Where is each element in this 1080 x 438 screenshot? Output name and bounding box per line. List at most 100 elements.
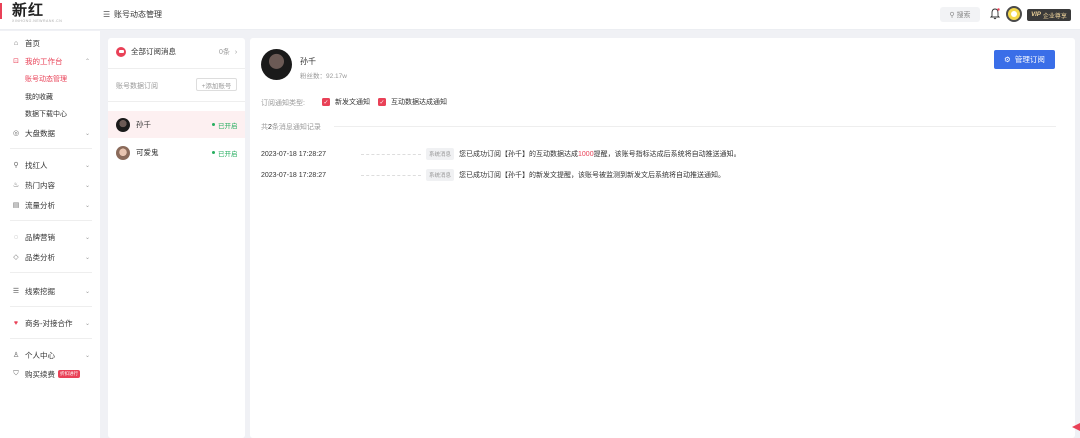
- workbench-icon: ⊡: [13, 58, 19, 65]
- notify-type-checkbox[interactable]: ✓ 新发文通知: [322, 97, 370, 107]
- all-messages-count[interactable]: 0条 ›: [216, 47, 237, 57]
- heart-icon: ♥: [13, 319, 19, 327]
- subscription-list-panel: 全部订阅消息 0条 › 账号数据订阅 +添加账号 孙千 已开启 可爱鬼 已开启: [108, 38, 245, 438]
- log-tag: 系统消息: [426, 169, 455, 181]
- chevron-down-icon[interactable]: ⌄: [85, 288, 90, 295]
- manage-subscription-button[interactable]: ⚙ 管理订阅: [994, 50, 1055, 69]
- search-button[interactable]: ⚲ 搜索: [940, 7, 980, 22]
- log-time: 2023-07-18 17:28:27: [261, 171, 326, 179]
- sidebar-subitem-account-mgmt[interactable]: 账号动态管理: [25, 74, 67, 84]
- profile-name: 孙千: [300, 57, 316, 66]
- divider: [10, 220, 92, 221]
- log-text: 您已成功订阅【孙千】的互动数据达成1000提醒，该账号指标达成后系统将自动推送通…: [459, 149, 741, 159]
- checkbox-label: 新发文通知: [335, 99, 370, 106]
- sidebar-item-label: 大盘数据: [25, 128, 55, 138]
- sidebar: ⌂ 首页 ⊡ 我的工作台 ⌃ 账号动态管理 我的收藏 数据下载中心 ◎ 大盘数据…: [0, 31, 100, 438]
- checkbox-label: 互动数据达成通知: [391, 99, 447, 106]
- divider: [334, 126, 1056, 127]
- chevron-down-icon[interactable]: ⌄: [85, 352, 90, 359]
- account-item[interactable]: 可爱鬼 已开启: [108, 139, 245, 166]
- chevron-up-icon[interactable]: ⌃: [85, 58, 90, 65]
- sidebar-item-label: 热门内容: [25, 180, 55, 190]
- divider: [108, 101, 245, 102]
- chevron-down-icon[interactable]: ⌄: [85, 254, 90, 261]
- log-time: 2023-07-18 17:28:27: [261, 150, 326, 158]
- sidebar-item-personal[interactable]: ♙ 个人中心: [12, 349, 55, 361]
- sidebar-item-coop[interactable]: ♥ 商务-对接合作: [12, 317, 73, 329]
- log-tag: 系统消息: [426, 148, 455, 160]
- notify-type-label: 订阅通知类型:: [261, 100, 305, 107]
- page-title: 账号动态管理: [114, 10, 162, 19]
- subscription-detail-panel: 孙千 粉丝数：92.17w ⚙ 管理订阅 订阅通知类型: ✓ 新发文通知 ✓ 互…: [250, 38, 1075, 438]
- logo-subtext: XINHONG.NEWRANK.CN: [12, 19, 63, 23]
- sidebar-item-label: 品类分析: [25, 252, 55, 262]
- sidebar-item-label: 我的工作台: [25, 56, 63, 66]
- sidebar-item-buy[interactable]: ⛉ 购买续费 折扣进行: [12, 368, 80, 380]
- tag-icon: ◇: [13, 254, 19, 261]
- user-icon: ♙: [12, 352, 20, 359]
- search-icon: ⚲: [949, 11, 955, 19]
- all-messages-header[interactable]: 全部订阅消息: [116, 46, 176, 57]
- chevron-right-icon: ›: [234, 49, 238, 56]
- sidebar-item-category[interactable]: ◇ 品类分析: [12, 251, 55, 263]
- message-count: 0条: [219, 49, 230, 56]
- menu-icon[interactable]: ☰: [103, 10, 110, 19]
- sidebar-item-label: 个人中心: [25, 350, 55, 360]
- divider: [10, 272, 92, 273]
- add-account-button[interactable]: +添加账号: [196, 78, 237, 91]
- sidebar-item-hot-content[interactable]: ♨ 热门内容: [12, 179, 55, 191]
- log-row: 2023-07-18 17:28:27 系统消息 您已成功订阅【孙千】的互动数据…: [261, 148, 1061, 160]
- checkbox-checked-icon: ✓: [322, 98, 330, 106]
- sidebar-item-traffic[interactable]: ▤ 流量分析: [12, 199, 55, 211]
- log-text-a: 您已成功订阅【孙千】的新发文提醒，该账号被监测到新发文后系统将自动推送通知。: [459, 172, 726, 179]
- sidebar-item-clue[interactable]: ☰ 线索挖掘: [12, 285, 55, 297]
- account-item[interactable]: 孙千 已开启: [108, 111, 245, 138]
- chevron-down-icon[interactable]: ⌄: [85, 234, 90, 241]
- discount-badge: 折扣进行: [58, 370, 80, 378]
- home-icon: ⌂: [13, 39, 19, 47]
- logo[interactable]: 新红 XINHONG.NEWRANK.CN: [0, 3, 72, 27]
- timeline-line: [361, 174, 421, 176]
- sidebar-item-workbench[interactable]: ⊡ 我的工作台: [12, 55, 63, 67]
- chevron-down-icon[interactable]: ⌄: [85, 162, 90, 169]
- sidebar-subitem-downloads[interactable]: 数据下载中心: [25, 109, 67, 119]
- sidebar-item-brand[interactable]: ◌ 品牌营销: [12, 231, 55, 243]
- search-label: 搜索: [956, 11, 971, 19]
- status-badge: 已开启: [212, 120, 238, 130]
- sidebar-item-market[interactable]: ◎ 大盘数据: [12, 127, 55, 139]
- divider: [108, 68, 245, 69]
- section-title: 账号数据订阅: [116, 83, 158, 90]
- all-messages-title: 全部订阅消息: [131, 47, 176, 56]
- cart-icon: ⛉: [13, 370, 19, 377]
- log-text-highlight: 1000: [578, 151, 594, 158]
- chevron-down-icon[interactable]: ⌄: [85, 182, 90, 189]
- chevron-down-icon[interactable]: ⌄: [85, 130, 90, 137]
- top-bar: 新红 XINHONG.NEWRANK.CN ☰ 账号动态管理 ⚲ 搜索 VIP …: [0, 0, 1080, 30]
- bell-icon[interactable]: [990, 8, 1000, 20]
- sidebar-item-label: 商务-对接合作: [25, 318, 73, 328]
- sidebar-item-label: 线索挖掘: [25, 286, 55, 296]
- vip-sublabel: 企业尊享: [1042, 13, 1067, 20]
- analytics-icon: ▤: [12, 202, 20, 209]
- search-icon: ⚲: [13, 162, 19, 169]
- flame-icon: ♨: [12, 182, 20, 189]
- chevron-down-icon[interactable]: ⌄: [85, 202, 90, 209]
- sidebar-item-label: 购买续费: [25, 369, 55, 379]
- divider: [10, 306, 92, 307]
- gear-icon: ⚙: [1004, 55, 1011, 64]
- user-avatar[interactable]: [1006, 6, 1022, 22]
- sidebar-item-label: 找红人: [25, 160, 48, 170]
- manage-subscription-label: 管理订阅: [1014, 55, 1045, 64]
- sidebar-item-home[interactable]: ⌂ 首页: [12, 37, 40, 49]
- sidebar-item-find-kol[interactable]: ⚲ 找红人: [12, 159, 48, 171]
- sidebar-subitem-favorites[interactable]: 我的收藏: [25, 92, 53, 102]
- record-count-suffix: 条消息通知记录: [271, 124, 321, 131]
- vip-badge[interactable]: VIP 企业尊享: [1027, 9, 1071, 21]
- notify-type-checkbox[interactable]: ✓ 互动数据达成通知: [378, 97, 447, 107]
- chevron-down-icon[interactable]: ⌄: [85, 320, 90, 327]
- checkbox-checked-icon: ✓: [378, 98, 386, 106]
- log-text-a: 您已成功订阅【孙千】的互动数据达成: [459, 151, 579, 158]
- record-count: 共2条消息通知记录: [261, 122, 321, 132]
- sidebar-item-label: 流量分析: [25, 200, 55, 210]
- vip-label: VIP: [1031, 12, 1041, 18]
